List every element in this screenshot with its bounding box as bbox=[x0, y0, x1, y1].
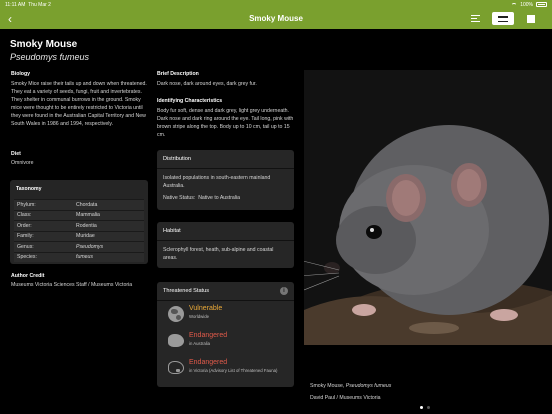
habitat-panel: Habitat Sclerophyll forest, heath, sub-a… bbox=[157, 222, 294, 268]
brief-description-text: Dark nose, dark around eyes, dark grey f… bbox=[157, 81, 257, 87]
status-item-victoria: Endangered in Victoria (Advisory List of… bbox=[161, 358, 289, 382]
status-bar: 11:11 AM Thu Mar 2 100% bbox=[0, 0, 552, 9]
status-scope: Worldwide bbox=[189, 314, 209, 319]
view-mode-toolbar bbox=[466, 12, 540, 25]
photo-page-indicator[interactable] bbox=[420, 406, 430, 409]
taxonomy-row: Order: Rodentia bbox=[14, 220, 144, 231]
navigation-bar: ‹ Smoky Mouse bbox=[0, 9, 552, 29]
australia-icon bbox=[168, 334, 184, 347]
info-icon[interactable]: i bbox=[280, 287, 288, 295]
taxonomy-row: Family: Muridae bbox=[14, 230, 144, 241]
biology-text: Smoky Mice raise their tails up and down… bbox=[11, 81, 147, 127]
status-scope: in Victoria (Advisory List of Threatened… bbox=[189, 368, 278, 373]
australia-outline-icon bbox=[168, 361, 184, 374]
divider bbox=[157, 300, 294, 301]
status-time: 11:11 AM Thu Mar 2 bbox=[5, 1, 51, 8]
image-square-icon bbox=[527, 14, 535, 23]
habitat-text: Sclerophyll forest, heath, sub-alpine an… bbox=[163, 247, 274, 261]
author-credit-section: Author Credit Museums Victoria Sciences … bbox=[11, 273, 151, 289]
status-label: Endangered bbox=[189, 332, 228, 339]
taxonomy-heading: Taxonomy bbox=[16, 186, 42, 192]
status-scope: in Australia bbox=[189, 341, 211, 346]
threatened-status-panel: Threatened Status i Vulnerable Worldwide… bbox=[157, 282, 294, 387]
battery-percent: 100% bbox=[520, 1, 533, 8]
status-item-worldwide: Vulnerable Worldwide bbox=[161, 304, 289, 328]
status-label: Vulnerable bbox=[189, 305, 223, 312]
species-common-name: Smoky Mouse bbox=[10, 39, 78, 50]
taxonomy-row: Species: fumeus bbox=[14, 251, 144, 262]
taxonomy-table: Taxonomy Phylum: Chordata Class: Mammalia … bbox=[10, 180, 148, 264]
photo-credit: David Paul / Museums Victoria bbox=[310, 395, 381, 401]
distribution-panel: Distribution Isolated populations in sou… bbox=[157, 150, 294, 210]
biology-section: Biology Smoky Mice raise their tails up … bbox=[11, 71, 151, 128]
distribution-text: Isolated populations in south-eastern ma… bbox=[163, 175, 271, 189]
brief-description-section: Brief Description Dark nose, dark around… bbox=[157, 71, 295, 88]
species-detail: Smoky Mouse Pseudomys fumeus Biology Smo… bbox=[0, 29, 552, 414]
author-credit-text: Museums Victoria Sciences Staff / Museum… bbox=[11, 282, 133, 288]
native-status: Native Status: Native to Australia bbox=[163, 195, 240, 201]
identifying-text: Body fur soft, dense and dark grey, ligh… bbox=[157, 108, 294, 138]
text-lines-icon bbox=[470, 15, 480, 22]
taxonomy-row: Class: Mammalia bbox=[14, 209, 144, 220]
threatened-status-heading: Threatened Status bbox=[163, 288, 210, 294]
page-dot[interactable] bbox=[420, 406, 423, 409]
identifying-heading: Identifying Characteristics bbox=[157, 98, 223, 104]
text-view-button[interactable] bbox=[466, 12, 484, 25]
brief-description-heading: Brief Description bbox=[157, 71, 199, 77]
diet-section: Diet Omnivore bbox=[11, 151, 151, 167]
taxonomy-row: Genus: Pseudomys bbox=[14, 241, 144, 252]
taxonomy-row: Phylum: Chordata bbox=[14, 199, 144, 210]
habitat-heading: Habitat bbox=[163, 228, 181, 234]
detail-view-button[interactable] bbox=[492, 12, 514, 25]
status-right: 100% bbox=[511, 2, 547, 8]
globe-icon bbox=[168, 306, 184, 322]
battery-icon bbox=[536, 2, 547, 7]
photo-caption: Smoky Mouse, Pseudomys fumeus bbox=[310, 383, 392, 389]
status-item-australia: Endangered in Australia bbox=[161, 331, 289, 355]
species-scientific-name: Pseudomys fumeus bbox=[10, 52, 90, 62]
distribution-heading: Distribution bbox=[163, 156, 191, 162]
card-view-icon bbox=[498, 15, 508, 22]
image-view-button[interactable] bbox=[522, 12, 540, 25]
status-label: Endangered bbox=[189, 359, 228, 366]
page-dot[interactable] bbox=[427, 406, 430, 409]
diet-text: Omnivore bbox=[11, 160, 34, 166]
wifi-icon bbox=[511, 2, 518, 7]
mouse-illustration bbox=[304, 70, 552, 345]
species-photo[interactable] bbox=[304, 70, 552, 345]
author-credit-heading: Author Credit bbox=[11, 273, 45, 279]
biology-heading: Biology bbox=[11, 71, 31, 77]
diet-heading: Diet bbox=[11, 151, 21, 157]
identifying-section: Identifying Characteristics Body fur sof… bbox=[157, 98, 295, 139]
